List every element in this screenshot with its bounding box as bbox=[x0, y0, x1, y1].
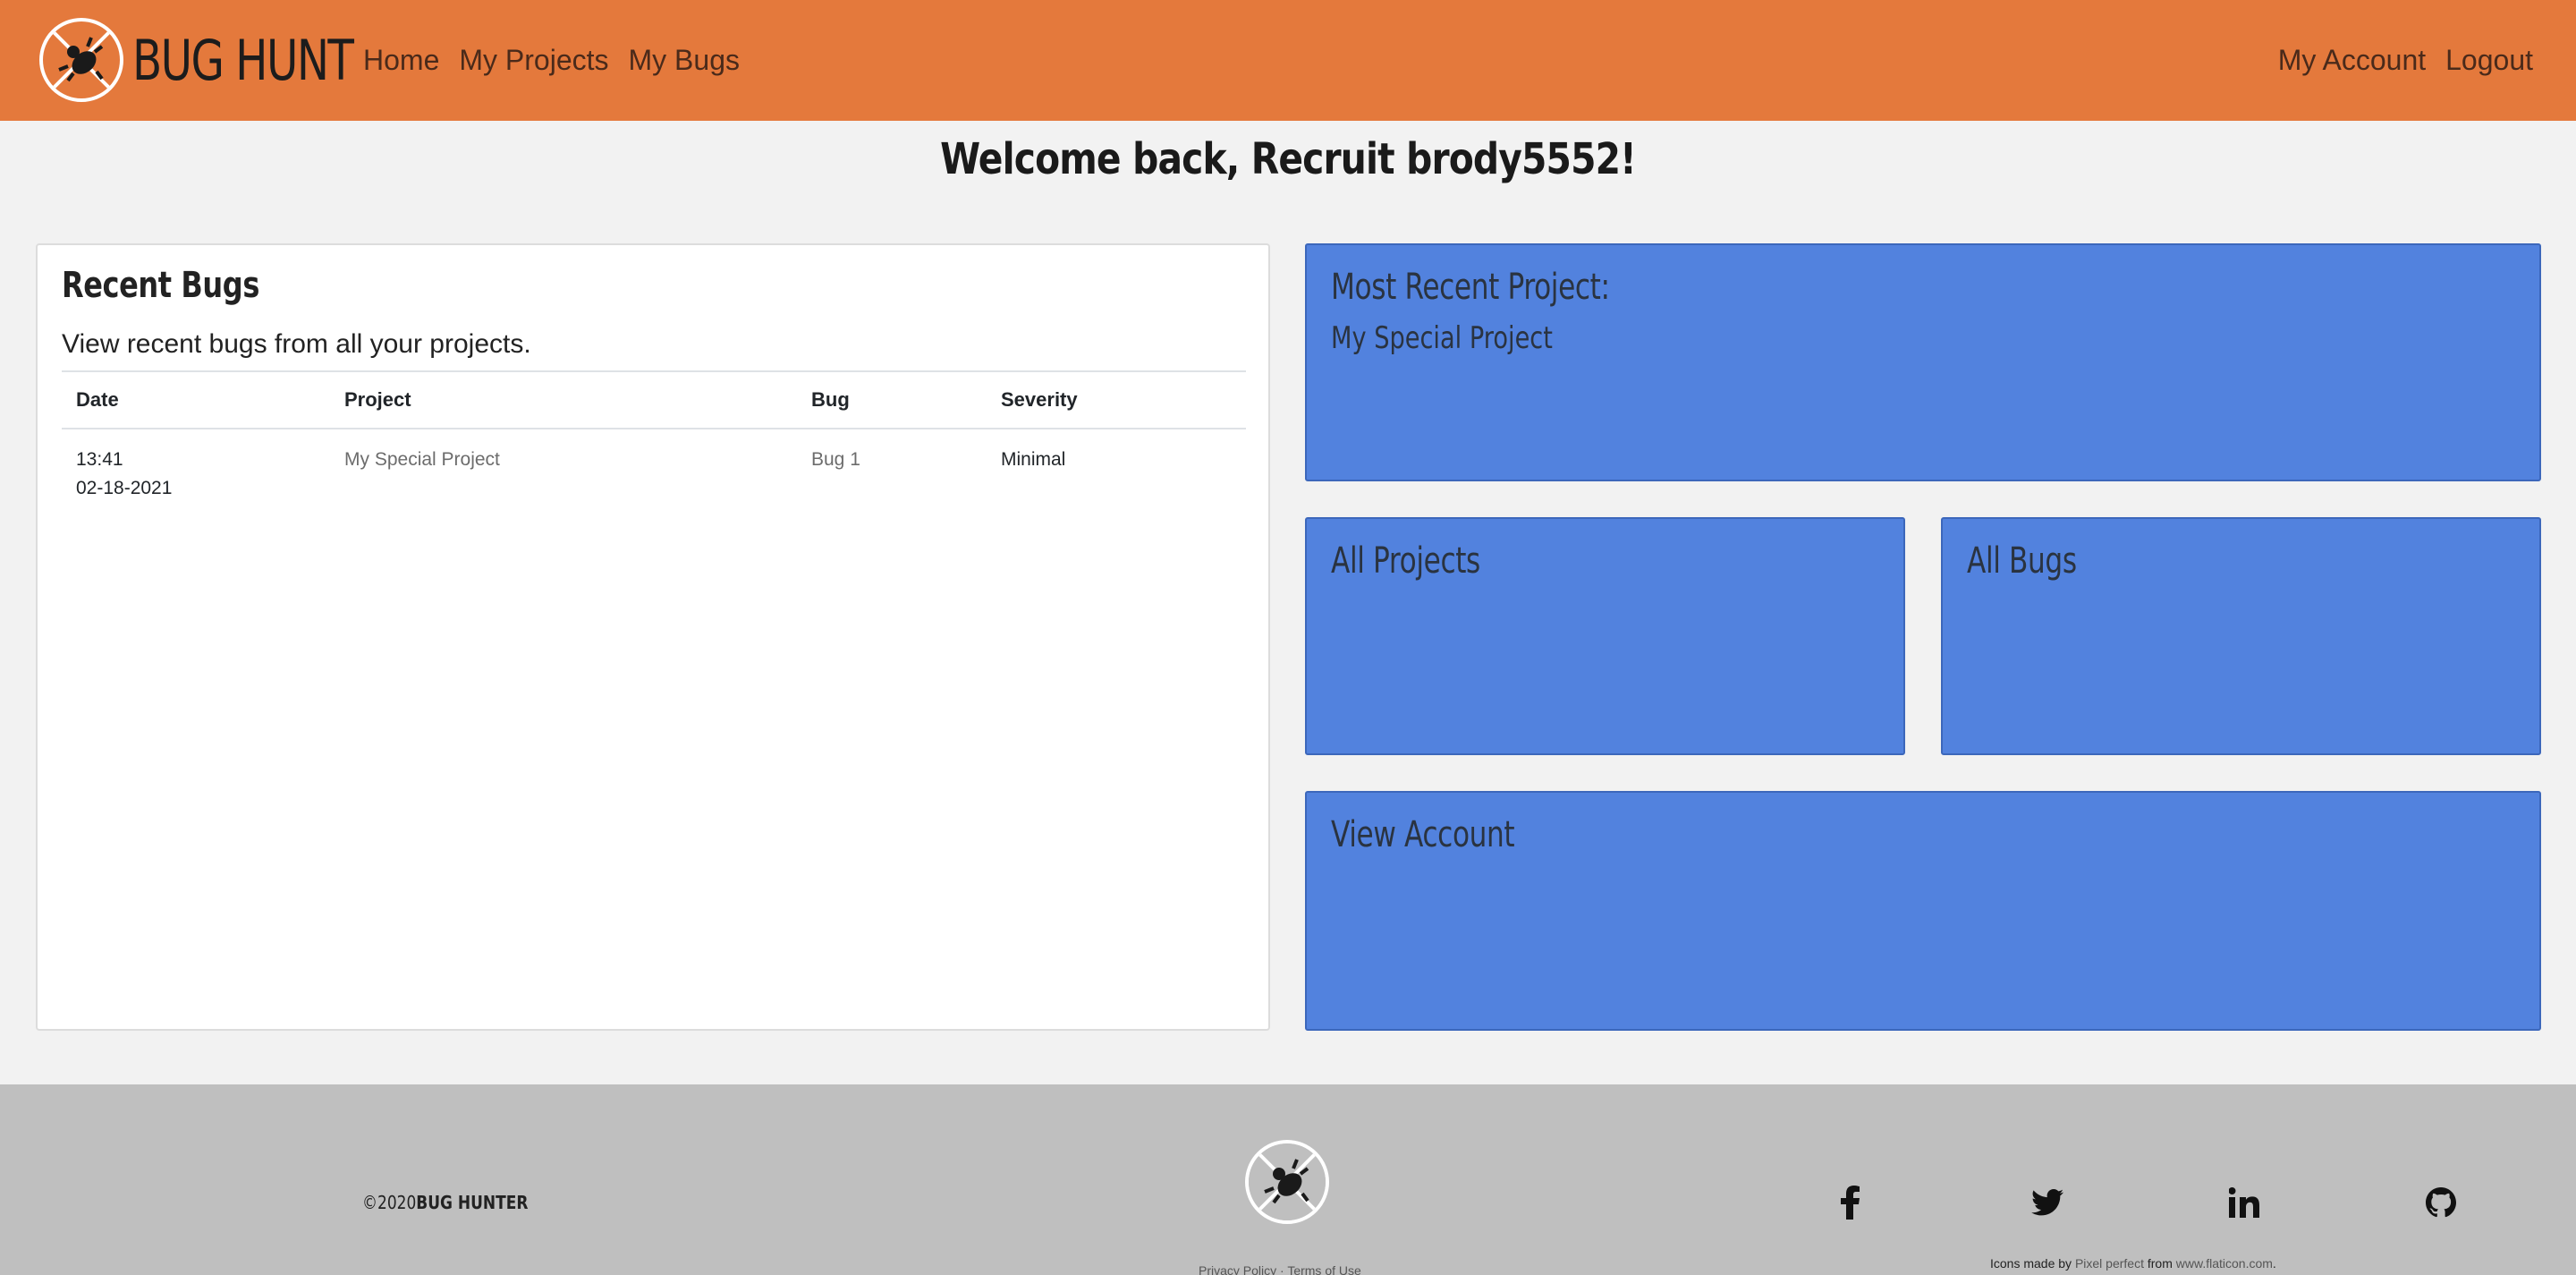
copyright: ©2020BUG HUNTER bbox=[362, 1192, 528, 1213]
footer-bug-logo-icon[interactable] bbox=[1245, 1140, 1329, 1224]
nav-my-bugs-link[interactable]: My Bugs bbox=[629, 44, 740, 77]
bug-time: 13:41 bbox=[76, 449, 123, 470]
navbar: BUG HUNT Home My Projects My Bugs My Acc… bbox=[0, 0, 2576, 121]
recent-bugs-subtitle: View recent bugs from all your projects. bbox=[62, 329, 531, 359]
icon-credits: Icons made by Pixel perfect from www.fla… bbox=[1990, 1256, 2276, 1271]
footer-legal-links[interactable]: Privacy Policy · Terms of Use bbox=[1199, 1263, 1361, 1275]
nav-my-projects-link[interactable]: My Projects bbox=[459, 44, 608, 77]
recent-bugs-card: Recent Bugs View recent bugs from all yo… bbox=[36, 243, 1270, 1031]
view-account-title: View Account bbox=[1331, 814, 1515, 855]
github-icon[interactable] bbox=[2421, 1183, 2461, 1222]
view-account-tile[interactable]: View Account bbox=[1305, 791, 2541, 1031]
column-header-severity: Severity bbox=[1001, 388, 1078, 411]
recent-bugs-table: Date Project Bug Severity 13:41 02-18-20… bbox=[62, 370, 1246, 503]
most-recent-project-tile[interactable]: Most Recent Project: My Special Project bbox=[1305, 243, 2541, 481]
bug-severity: Minimal bbox=[1001, 449, 1066, 470]
credits-prefix: Icons made by bbox=[1990, 1256, 2075, 1271]
bug-project-link[interactable]: My Special Project bbox=[330, 446, 797, 503]
credits-mid: from bbox=[2143, 1256, 2176, 1271]
table-row: 13:41 02-18-2021 My Special Project Bug … bbox=[62, 429, 1246, 503]
twitter-icon[interactable] bbox=[2028, 1183, 2067, 1222]
bug-name-link[interactable]: Bug 1 bbox=[797, 446, 987, 503]
copyright-year: ©2020 bbox=[362, 1192, 417, 1213]
all-bugs-tile[interactable]: All Bugs bbox=[1941, 517, 2541, 755]
nav-logout-link[interactable]: Logout bbox=[2445, 44, 2533, 77]
all-projects-tile[interactable]: All Projects bbox=[1305, 517, 1905, 755]
nav-home-link[interactable]: Home bbox=[363, 44, 439, 77]
recent-bugs-title: Recent Bugs bbox=[62, 265, 259, 306]
most-recent-project-title: Most Recent Project: bbox=[1331, 267, 1610, 308]
column-header-date: Date bbox=[76, 388, 119, 411]
bug-date-cell: 13:41 02-18-2021 bbox=[62, 446, 330, 503]
column-header-project: Project bbox=[344, 388, 411, 411]
all-projects-title: All Projects bbox=[1331, 540, 1480, 582]
nav-my-account-link[interactable]: My Account bbox=[2278, 44, 2426, 77]
credits-suffix: . bbox=[2272, 1256, 2276, 1271]
welcome-heading: Welcome back, Recruit brody5552! bbox=[940, 134, 1637, 184]
copyright-name: BUG HUNTER bbox=[416, 1192, 529, 1213]
brand[interactable]: BUG HUNT bbox=[39, 15, 415, 105]
column-header-bug: Bug bbox=[811, 388, 850, 411]
bug-logo-icon bbox=[39, 18, 123, 102]
main-nav: Home My Projects My Bugs bbox=[363, 0, 759, 121]
linkedin-icon[interactable] bbox=[2224, 1183, 2264, 1222]
table-header: Date Project Bug Severity bbox=[62, 372, 1246, 429]
most-recent-project-name: My Special Project bbox=[1331, 320, 1553, 356]
credits-site-link[interactable]: www.flaticon.com bbox=[2176, 1256, 2273, 1271]
bug-date: 02-18-2021 bbox=[76, 478, 173, 498]
account-nav: My Account Logout bbox=[2258, 0, 2533, 121]
facebook-icon[interactable] bbox=[1831, 1183, 1870, 1222]
all-bugs-title: All Bugs bbox=[1967, 540, 2077, 582]
credits-author-link[interactable]: Pixel perfect bbox=[2075, 1256, 2144, 1271]
footer: ©2020BUG HUNTER Privacy Policy · Terms o… bbox=[0, 1084, 2576, 1275]
brand-name: BUG HUNT bbox=[132, 27, 354, 93]
